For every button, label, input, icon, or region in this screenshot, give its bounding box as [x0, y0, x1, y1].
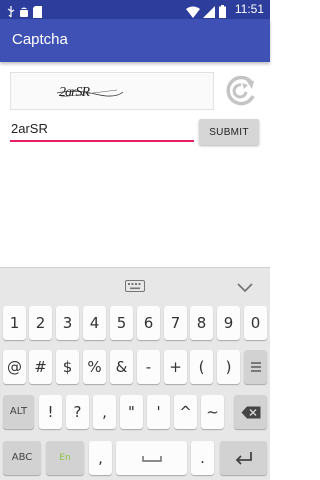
key-minus[interactable]: -: [137, 350, 160, 384]
key-5[interactable]: 5: [110, 306, 133, 340]
key-alt[interactable]: ALT: [3, 395, 34, 429]
refresh-icon: [226, 75, 255, 106]
keyboard-icon[interactable]: [125, 277, 145, 296]
status-bar: 11:51: [0, 0, 270, 19]
key-ampersand[interactable]: &: [110, 350, 133, 384]
key-close-paren[interactable]: ): [217, 350, 240, 384]
key-backspace[interactable]: [234, 395, 267, 429]
key-8[interactable]: 8: [190, 306, 213, 340]
soft-keyboard: 1 2 3 4 5 6 7 8 9 0 @ # $ % & - + ( ) AL…: [0, 267, 270, 480]
key-open-paren[interactable]: (: [190, 350, 213, 384]
key-exclamation[interactable]: !: [39, 395, 62, 429]
key-3[interactable]: 3: [56, 306, 79, 340]
key-comma[interactable]: ,: [89, 441, 112, 475]
key-tilde[interactable]: ~: [201, 395, 224, 429]
key-2[interactable]: 2: [29, 306, 52, 340]
key-6[interactable]: 6: [137, 306, 160, 340]
key-4[interactable]: 4: [83, 306, 106, 340]
key-double-quote[interactable]: ": [120, 395, 143, 429]
key-at[interactable]: @: [3, 350, 26, 384]
key-period[interactable]: .: [191, 441, 214, 475]
key-apostrophe[interactable]: ': [147, 395, 170, 429]
key-caret[interactable]: ^: [174, 395, 197, 429]
enter-icon: [235, 452, 252, 465]
more-symbols-icon: [250, 362, 261, 372]
submit-button[interactable]: SUBMIT: [199, 119, 259, 145]
key-dollar[interactable]: $: [56, 350, 79, 384]
key-7[interactable]: 7: [164, 306, 187, 340]
captcha-text: 2arSR: [59, 85, 90, 100]
hide-keyboard-icon[interactable]: [237, 278, 253, 297]
captcha-answer-input[interactable]: [10, 118, 194, 142]
captcha-image: 2arSR: [10, 72, 214, 110]
app-title: Captcha: [12, 31, 68, 48]
space-icon: [141, 456, 162, 462]
key-1[interactable]: 1: [3, 306, 26, 340]
keyboard-toolbar: [0, 268, 270, 299]
key-enter[interactable]: [220, 441, 267, 475]
key-percent[interactable]: %: [83, 350, 106, 384]
key-hash[interactable]: #: [29, 350, 52, 384]
clock: 11:51: [234, 2, 264, 16]
backspace-icon: [241, 406, 260, 419]
key-abc[interactable]: ABC: [3, 441, 41, 475]
app-bar: Captcha: [0, 19, 270, 62]
key-comma-alt[interactable]: ,: [93, 395, 116, 429]
key-question[interactable]: ?: [66, 395, 89, 429]
key-plus[interactable]: +: [164, 350, 187, 384]
key-language[interactable]: En: [46, 441, 84, 475]
key-9[interactable]: 9: [217, 306, 240, 340]
language-label: En: [59, 453, 71, 463]
key-space[interactable]: [116, 441, 187, 475]
key-more-symbols[interactable]: [244, 350, 267, 384]
key-0[interactable]: 0: [244, 306, 267, 340]
refresh-captcha-button[interactable]: [222, 72, 260, 110]
